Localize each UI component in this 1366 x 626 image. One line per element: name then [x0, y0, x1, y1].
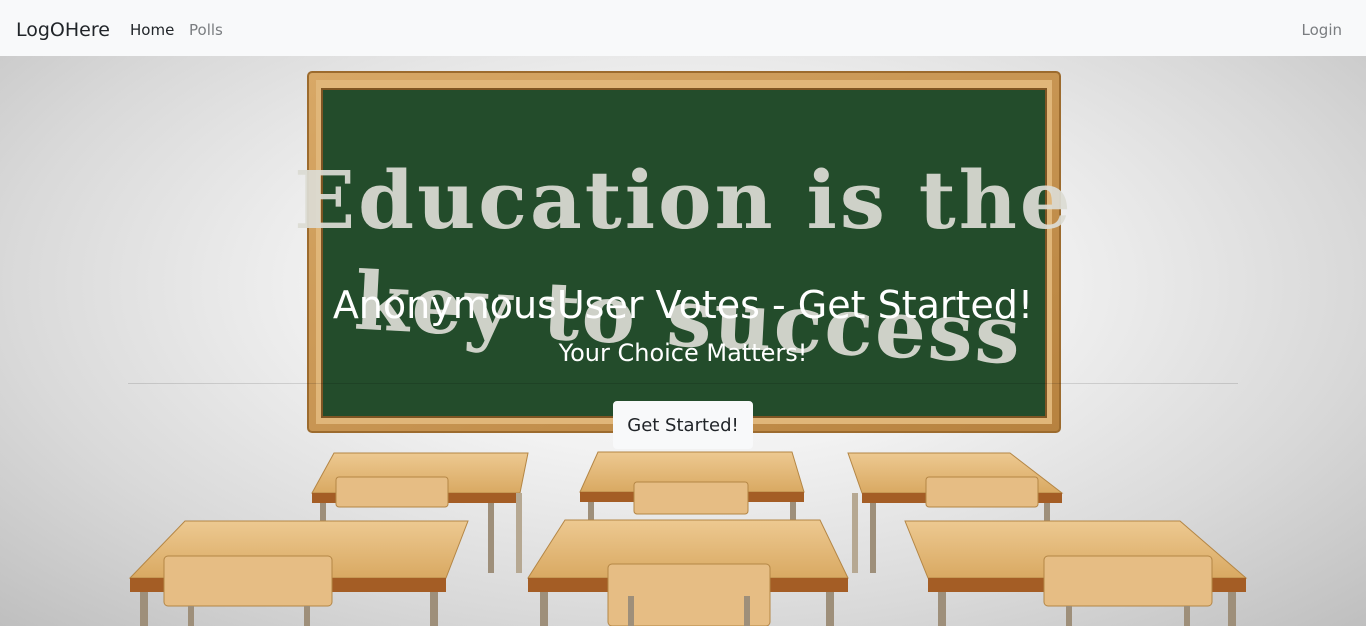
chalkboard: Education is the key to success [294, 71, 1074, 433]
login-link[interactable]: Login [1302, 19, 1342, 41]
get-started-button[interactable]: Get Started! [613, 401, 753, 449]
hero-subtitle: Your Choice Matters! [558, 339, 808, 367]
desk-front-left [128, 520, 469, 626]
chalkboard-text-line1: Education is the [294, 153, 1074, 247]
hero-title: AnonymousUser Votes - Get Started! [332, 283, 1034, 327]
desk-front-center [527, 519, 849, 626]
hero-section: Education is the key to success Anonymou… [0, 56, 1366, 626]
brand-logo[interactable]: LogOHere [16, 17, 110, 43]
top-navbar: LogOHere Home Polls Login [0, 0, 1366, 56]
nav-link-home[interactable]: Home [130, 19, 174, 41]
nav-link-polls[interactable]: Polls [189, 19, 223, 41]
hero-divider [128, 383, 1238, 384]
desk-front-right [904, 520, 1248, 626]
